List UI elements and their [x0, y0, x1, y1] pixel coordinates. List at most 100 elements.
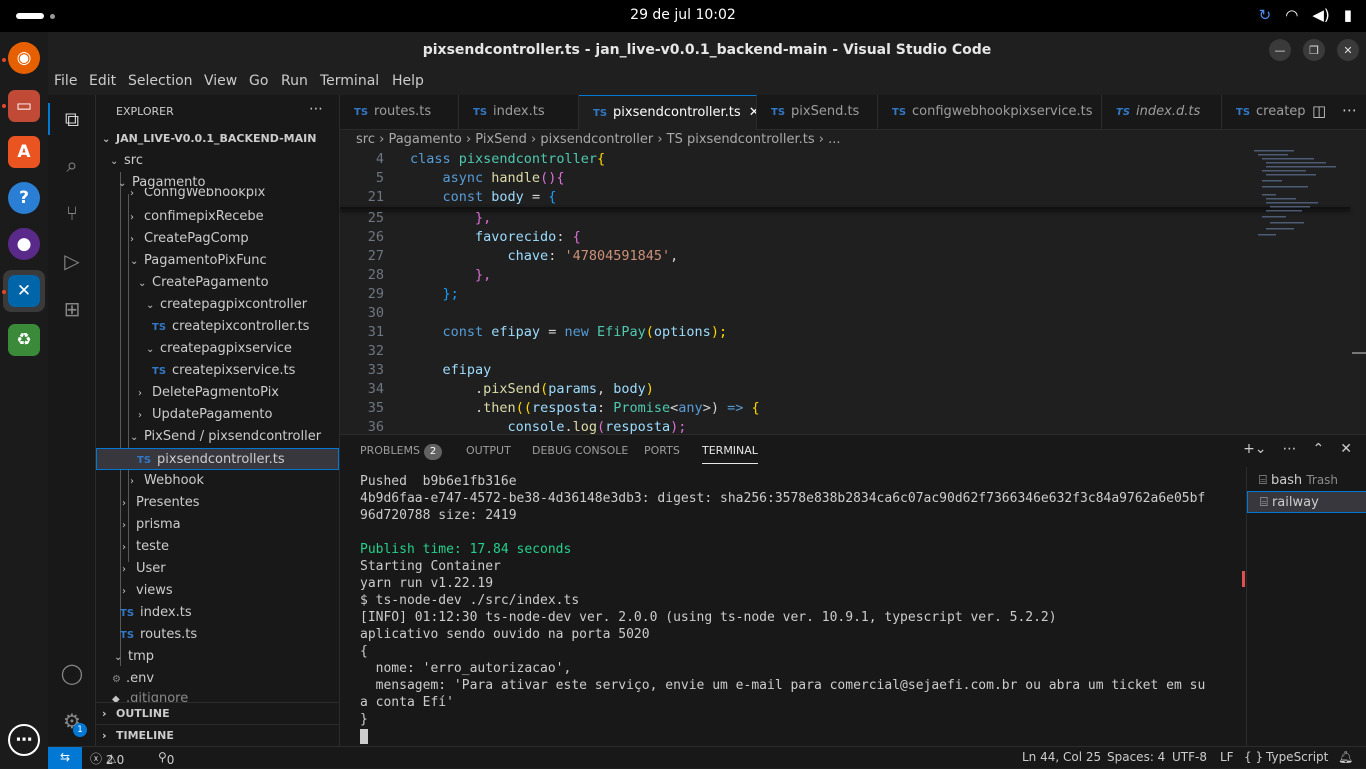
workspace-root[interactable]: ⌄ JAN_LIVE-V0.0.1_BACKEND-MAIN — [96, 128, 339, 150]
tree-folder-tmp[interactable]: ⌄ tmp — [96, 646, 339, 668]
tree-file-createpixservice[interactable]: TS createpixservice.ts — [96, 360, 339, 382]
tab-index[interactable]: TS index.ts — [459, 95, 579, 130]
extensions-icon[interactable]: ⊞ — [60, 297, 84, 321]
tree-folder-createpagamento[interactable]: ⌄ CreatePagamento — [96, 272, 339, 294]
tree-file-createpixcontroller[interactable]: TS createpixcontroller.ts — [96, 316, 339, 338]
source-control-icon[interactable]: ⑂ — [60, 201, 84, 225]
language-mode[interactable]: TypeScript — [1266, 750, 1328, 764]
panel-more-icon[interactable]: ⋯ — [1283, 441, 1297, 457]
tree-file-gitignore[interactable]: ◆ .gitignore — [96, 690, 339, 702]
trash-icon[interactable]: ♻ — [8, 324, 40, 356]
tab-pixsend[interactable]: TS pixSend.ts — [757, 95, 878, 130]
menu-view[interactable]: View — [204, 73, 237, 89]
vscode-icon[interactable]: ✕ — [8, 275, 40, 307]
breadcrumb[interactable]: src › Pagamento › PixSend › pixsendcontr… — [340, 130, 1366, 150]
editor-more-actions-icon[interactable]: ⋯ — [1342, 101, 1357, 119]
volume-icon[interactable]: ◀) — [1312, 6, 1329, 24]
maximize-button[interactable]: ❐ — [1303, 39, 1325, 61]
explorer-more-actions-icon[interactable]: ⋯ — [309, 101, 323, 117]
tree-folder-prisma[interactable]: › prisma — [96, 514, 339, 536]
language-braces-icon[interactable]: { } — [1244, 750, 1263, 764]
menu-file[interactable]: File — [54, 73, 77, 89]
minimap[interactable] — [1250, 150, 1340, 240]
tree-folder-teste[interactable]: › teste — [96, 536, 339, 558]
run-debug-icon[interactable]: ▷ — [60, 249, 84, 273]
tab-configwebhookpixservice[interactable]: TS configwebhookpixservice.ts — [878, 95, 1102, 130]
tree-folder-pagamentopixfunc[interactable]: ⌄ PagamentoPixFunc — [96, 250, 339, 272]
token: console — [507, 419, 565, 434]
tree-folder-user[interactable]: › User — [96, 558, 339, 580]
tree-folder-deletepagmentopix[interactable]: › DeletePagmentoPix — [96, 382, 339, 404]
tree-label: PagamentoPixFunc — [144, 253, 267, 268]
tab-pixsendcontroller[interactable]: TS pixsendcontroller.ts ✕ — [579, 95, 757, 130]
tree-folder-createpagcomp[interactable]: › CreatePagComp — [96, 228, 339, 250]
ports-status[interactable]: ⚲ 0 — [158, 750, 174, 767]
tab-close-icon[interactable]: ✕ — [749, 105, 756, 120]
tab-index-d[interactable]: TS index.d.ts — [1102, 95, 1222, 130]
menu-help[interactable]: Help — [392, 73, 424, 89]
tree-file-index[interactable]: TS index.ts — [96, 602, 339, 624]
tree-folder-configwebhookpix[interactable]: › ConfigWebhookpix — [96, 188, 339, 202]
tree-folder-src[interactable]: ⌄ src — [96, 150, 339, 172]
files-icon[interactable]: ▭ — [8, 90, 40, 122]
problems-status[interactable]: ⓧ 2 ⚠ 0 — [90, 750, 124, 767]
explorer-icon[interactable]: ⧉ — [60, 107, 84, 131]
new-terminal-icon[interactable]: +⌄ — [1243, 441, 1266, 457]
show-apps-icon[interactable]: ⋯ — [8, 724, 40, 756]
token: }, — [475, 210, 492, 226]
terminal-item-bash[interactable]: ⌸ bash Trash — [1247, 469, 1366, 491]
terminal-output[interactable]: Pushed b9b6e1fb316e 4b9d6faa-e747-4572-b… — [360, 473, 1240, 745]
menu-selection[interactable]: Selection — [128, 73, 193, 89]
tree-folder-presentes[interactable]: › Presentes — [96, 492, 339, 514]
end-of-line[interactable]: LF — [1220, 750, 1234, 764]
tree-folder-pixsend[interactable]: ⌄ PixSend / pixsendcontroller — [96, 426, 339, 448]
tree-file-routes[interactable]: TS routes.ts — [96, 624, 339, 646]
system-tray[interactable]: ↻ ◠ ◀) ▮ — [1259, 6, 1352, 24]
tree-file-env[interactable]: ⚙ .env — [96, 668, 339, 690]
tree-folder-createpagpixcontroller[interactable]: ⌄ createpagpixcontroller — [96, 294, 339, 316]
tree-folder-webhook[interactable]: › Webhook — [96, 470, 339, 492]
encoding[interactable]: UTF-8 — [1172, 750, 1207, 764]
indentation[interactable]: Spaces: 4 — [1107, 750, 1165, 764]
menu-edit[interactable]: Edit — [89, 73, 116, 89]
search-icon[interactable]: ⌕ — [60, 153, 84, 177]
tree-label: createpixservice.ts — [172, 363, 296, 378]
tree-folder-confimepixrecebe[interactable]: › confimepixRecebe — [96, 206, 339, 228]
cursor-position[interactable]: Ln 44, Col 25 — [1022, 750, 1101, 764]
panel-tab-output[interactable]: OUTPUT — [466, 444, 511, 457]
panel-tab-terminal[interactable]: TERMINAL — [702, 444, 758, 464]
tree-file-pixsendcontroller[interactable]: TS pixsendcontroller.ts — [96, 448, 339, 470]
refresh-icon[interactable]: ↻ — [1259, 6, 1272, 24]
battery-icon[interactable]: ▮ — [1344, 6, 1352, 24]
timeline-section[interactable]: › TIMELINE — [96, 724, 339, 746]
tree-folder-updatepagamento[interactable]: › UpdatePagamento — [96, 404, 339, 426]
panel-tab-debug-console[interactable]: DEBUG CONSOLE — [532, 444, 628, 457]
menu-terminal[interactable]: Terminal — [320, 73, 379, 89]
help-icon[interactable]: ? — [8, 182, 40, 214]
menu-go[interactable]: Go — [249, 73, 268, 89]
panel-tab-problems[interactable]: PROBLEMS 2 — [360, 444, 443, 460]
obs-icon[interactable]: ● — [8, 228, 40, 260]
panel-tab-ports[interactable]: PORTS — [644, 444, 680, 457]
maximize-panel-icon[interactable]: ⌃ — [1313, 441, 1325, 457]
minimize-button[interactable]: — — [1269, 39, 1291, 61]
remote-indicator-icon[interactable]: ⇆ — [48, 747, 82, 769]
tree-folder-views[interactable]: › views — [96, 580, 339, 602]
close-panel-icon[interactable]: ✕ — [1340, 441, 1352, 457]
split-editor-icon[interactable]: ◫ — [1312, 102, 1326, 120]
code-editor[interactable]: 4 class pixsendcontroller{ 5 async handle… — [340, 150, 1366, 434]
tree-folder-createpagpixservice[interactable]: ⌄ createpagpixservice — [96, 338, 339, 360]
menu-run[interactable]: Run — [281, 73, 308, 89]
notifications-bell-icon[interactable]: 🔔︎ — [1338, 750, 1353, 764]
accounts-icon[interactable]: ◯ — [60, 661, 84, 685]
app-center-icon[interactable]: A — [8, 136, 40, 168]
clock[interactable]: 29 de jul 10:02 — [0, 7, 1366, 23]
editor-scrollbar-marker[interactable] — [1352, 352, 1366, 354]
tab-createpix[interactable]: TS createpi — [1222, 95, 1306, 130]
wifi-icon[interactable]: ◠ — [1285, 6, 1298, 24]
firefox-icon[interactable]: ◉ — [8, 42, 40, 74]
terminal-item-railway[interactable]: ⌸ railway — [1247, 491, 1366, 513]
close-window-button[interactable]: ✕ — [1337, 39, 1359, 61]
outline-section[interactable]: › OUTLINE — [96, 702, 339, 724]
tab-routes[interactable]: TS routes.ts — [340, 95, 459, 130]
